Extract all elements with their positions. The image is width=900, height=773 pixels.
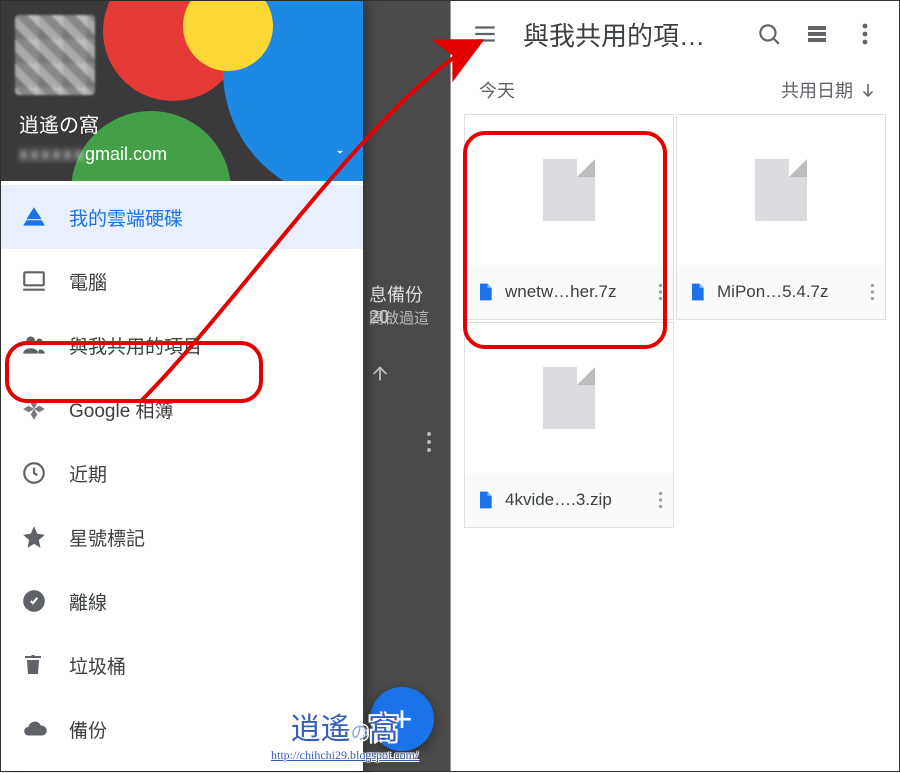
account-email: xxxxxxgmail.com [19,144,167,165]
sort-control[interactable]: 共用日期 [781,77,877,103]
file-card[interactable]: 4kvide….3.zip [464,322,674,528]
photos-icon [21,396,69,422]
file-type-icon [687,280,707,304]
right-screenshot: 與我共用的項… 今天 共用日期 wnetw…her. [451,1,899,771]
file-type-icon [475,280,495,304]
nav-shared-with-me[interactable]: 與我共用的項目 [1,313,363,377]
clock-icon [21,460,69,486]
avatar[interactable] [15,15,95,95]
nav-label: 近期 [69,460,107,487]
nav-label: 星號標記 [69,524,145,551]
file-grid: wnetw…her.7z MiPon…5.4.7z [451,113,899,529]
nav-label: 備份 [69,716,107,743]
view-toggle-button[interactable] [793,22,841,46]
computer-icon [21,268,69,294]
search-button[interactable] [745,21,793,47]
account-chevron-icon[interactable] [333,145,347,159]
nav-computers[interactable]: 電腦 [1,249,363,313]
file-name: MiPon…5.4.7z [717,282,860,302]
drawer-header[interactable]: 逍遙の窩 xxxxxxgmail.com [1,1,363,181]
file-name: 4kvide….3.zip [505,490,648,510]
trash-icon [21,652,69,678]
nav-my-drive[interactable]: 我的雲端硬碟 [1,185,363,249]
drive-icon [21,204,69,230]
peek-folder-subtitle: 開啟過這 [369,307,442,328]
section-label: 今天 [479,77,515,103]
file-card[interactable]: MiPon…5.4.7z [676,114,886,320]
nav-starred[interactable]: 星號標記 [1,505,363,569]
file-more-button[interactable] [658,283,663,301]
nav-label: 電腦 [69,268,107,295]
nav-photos[interactable]: Google 相簿 [1,377,363,441]
file-preview [465,115,673,265]
generic-file-icon [755,159,807,221]
sort-label: 共用日期 [781,77,853,103]
app-topbar: 與我共用的項… [451,1,899,67]
generic-file-icon [543,159,595,221]
account-block[interactable]: 逍遙の窩 xxxxxxgmail.com [19,109,167,165]
file-card[interactable]: wnetw…her.7z [464,114,674,320]
watermark: 逍遙の窩 http://chihchi29.blogspot.com/ [271,704,418,763]
nav-drawer: 逍遙の窩 xxxxxxgmail.com 我的雲端硬碟 [1,1,363,771]
account-name: 逍遙の窩 [19,109,167,138]
left-screenshot: 息備份 20 開啟過這 + 逍遙の窩 xxxxxxgmail.com [1,1,451,771]
menu-button[interactable] [461,21,509,47]
nav-trash[interactable]: 垃圾桶 [1,633,363,697]
nav-label: 與我共用的項目 [69,332,202,359]
file-more-button[interactable] [658,491,663,509]
nav-list: 我的雲端硬碟 電腦 與我共用的項目 [1,181,363,761]
nav-label: 離線 [69,588,107,615]
overflow-button[interactable] [841,23,889,45]
file-preview [677,115,885,265]
cloud-icon [21,716,69,742]
file-more-button[interactable] [870,283,875,301]
nav-label: Google 相簿 [69,396,174,423]
nav-label: 垃圾桶 [69,652,126,679]
nav-recent[interactable]: 近期 [1,441,363,505]
star-icon [21,524,69,550]
nav-label: 我的雲端硬碟 [69,204,183,231]
file-type-icon [475,488,495,512]
page-title: 與我共用的項… [509,16,745,53]
generic-file-icon [543,367,595,429]
peek-more-icon [426,431,432,453]
offline-icon [21,588,69,614]
nav-offline[interactable]: 離線 [1,569,363,633]
people-icon [21,332,69,358]
list-subheader: 今天 共用日期 [451,67,899,113]
peek-upload-icon [369,363,442,385]
arrow-down-icon [859,81,877,99]
file-name: wnetw…her.7z [505,282,648,302]
file-preview [465,323,673,473]
